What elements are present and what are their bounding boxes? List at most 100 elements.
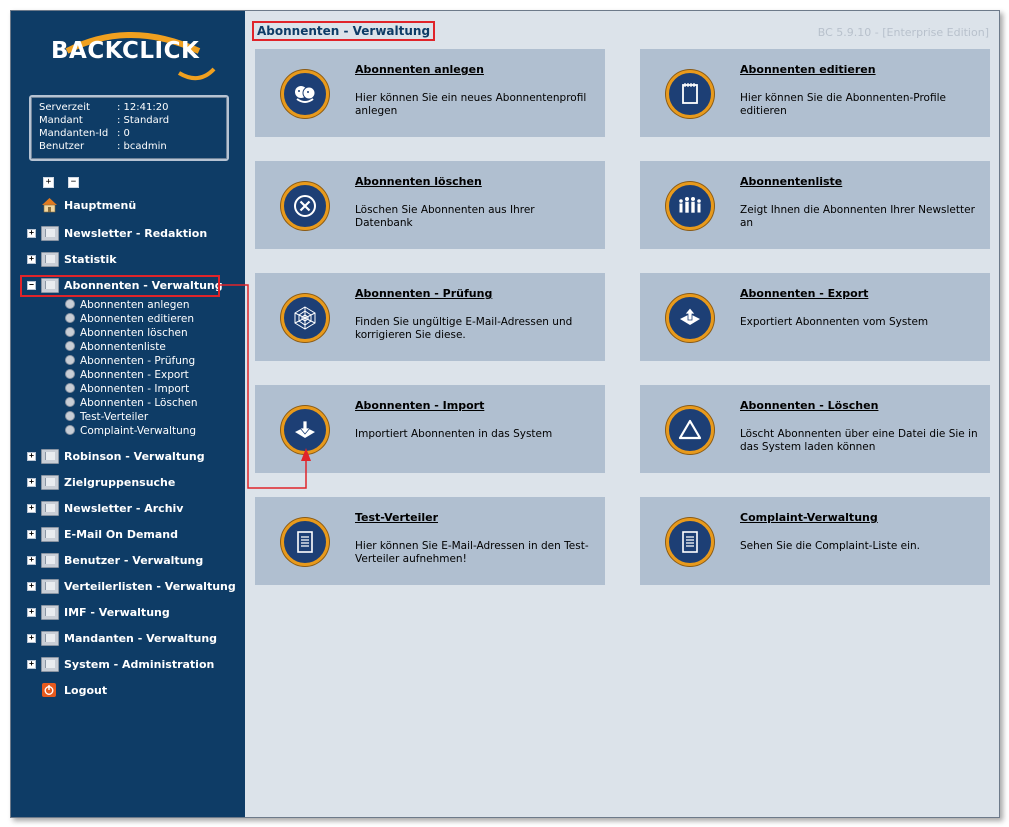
bullet-icon xyxy=(65,299,75,309)
bullet-icon xyxy=(65,341,75,351)
card-abonnenten-editieren[interactable]: Abonnenten editieren Hier können Sie die… xyxy=(640,49,990,137)
folder-icon xyxy=(41,475,59,490)
card-description: Finden Sie ungültige E-Mail-Adressen und… xyxy=(355,316,573,341)
nav-benutzer-verwaltung[interactable]: + Benutzer - Verwaltung xyxy=(11,552,245,570)
card-abonnentenliste[interactable]: Abonnentenliste Zeigt Ihnen die Abonnent… xyxy=(640,161,990,249)
subnav-abonnenten-import[interactable]: Abonnenten - Import xyxy=(65,383,189,395)
expand-icon: + xyxy=(27,255,36,264)
expand-icon: + xyxy=(27,556,36,565)
card-title[interactable]: Abonnenten - Export xyxy=(740,287,868,300)
subnav-abonnentenliste[interactable]: Abonnentenliste xyxy=(65,341,166,353)
expand-icon: + xyxy=(27,478,36,487)
card-description: Exportiert Abonnenten vom System xyxy=(740,316,929,328)
nav-logout[interactable]: Logout xyxy=(11,682,245,700)
subnav-abonnenten-anlegen[interactable]: Abonnenten anlegen xyxy=(65,299,190,311)
folder-icon xyxy=(41,605,59,620)
version-label: BC 5.9.10 - [Enterprise Edition] xyxy=(817,26,989,39)
nav-verteilerlisten-verwaltung[interactable]: + Verteilerlisten - Verwaltung xyxy=(11,578,245,596)
bullet-icon xyxy=(65,383,75,393)
bullet-icon xyxy=(65,411,75,421)
expand-icon: + xyxy=(27,608,36,617)
nav-email-on-demand[interactable]: + E-Mail On Demand xyxy=(11,526,245,544)
nav-robinson-verwaltung[interactable]: + Robinson - Verwaltung xyxy=(11,448,245,466)
delete-circle-icon xyxy=(281,182,329,230)
expand-icon: + xyxy=(27,634,36,643)
card-abonnenten-loeschen-datei[interactable]: Abonnenten - Löschen Löscht Abonnenten ü… xyxy=(640,385,990,473)
expand-icon: + xyxy=(27,504,36,513)
info-serverzeit: Serverzeit: 12:41:20 xyxy=(39,102,169,113)
document-icon xyxy=(281,518,329,566)
folder-icon xyxy=(41,631,59,646)
people-icon xyxy=(666,182,714,230)
export-icon xyxy=(666,294,714,342)
card-abonnenten-export[interactable]: Abonnenten - Export Exportiert Abonnente… xyxy=(640,273,990,361)
nav-zielgruppensuche[interactable]: + Zielgruppensuche xyxy=(11,474,245,492)
nav-newsletter-redaktion[interactable]: + Newsletter - Redaktion xyxy=(11,225,245,243)
expand-icon: + xyxy=(27,660,36,669)
subnav-abonnenten-loeschen-datei[interactable]: Abonnenten - Löschen xyxy=(65,397,198,409)
folder-icon xyxy=(41,527,59,542)
subnav-abonnenten-pruefung[interactable]: Abonnenten - Prüfung xyxy=(65,355,195,367)
card-test-verteiler[interactable]: Test-Verteiler Hier können Sie E-Mail-Ad… xyxy=(255,497,605,585)
nav-hauptmenu[interactable]: Hauptmenü xyxy=(11,197,245,215)
card-title[interactable]: Complaint-Verwaltung xyxy=(740,511,878,524)
folder-icon xyxy=(41,579,59,594)
expand-all-button[interactable]: + xyxy=(43,177,54,188)
info-mandant: Mandant: Standard xyxy=(39,115,170,126)
power-icon xyxy=(42,683,56,697)
nav-newsletter-archiv[interactable]: + Newsletter - Archiv xyxy=(11,500,245,518)
card-description: Löschen Sie Abonnenten aus Ihrer Datenba… xyxy=(355,204,535,229)
nav-system-administration[interactable]: + System - Administration xyxy=(11,656,245,674)
expand-icon: + xyxy=(27,452,36,461)
card-title[interactable]: Abonnenten editieren xyxy=(740,63,876,76)
subnav-abonnenten-loeschen[interactable]: Abonnenten löschen xyxy=(65,327,188,339)
expand-icon: + xyxy=(27,530,36,539)
page-title: Abonnenten - Verwaltung xyxy=(252,21,436,41)
web-icon xyxy=(281,294,329,342)
server-info-box: Serverzeit: 12:41:20 Mandant: Standard M… xyxy=(29,95,229,161)
card-title[interactable]: Abonnenten - Prüfung xyxy=(355,287,492,300)
info-benutzer: Benutzer: bcadmin xyxy=(39,141,167,152)
card-abonnenten-import[interactable]: Abonnenten - Import Importiert Abonnente… xyxy=(255,385,605,473)
folder-icon xyxy=(41,553,59,568)
card-description: Hier können Sie die Abonnenten-Profile e… xyxy=(740,92,946,117)
collapse-all-button[interactable]: − xyxy=(68,177,79,188)
card-description: Löscht Abonnenten über eine Datei die Si… xyxy=(740,428,978,453)
notepad-icon xyxy=(666,70,714,118)
nav-imf-verwaltung[interactable]: + IMF - Verwaltung xyxy=(11,604,245,622)
card-title[interactable]: Abonnenten löschen xyxy=(355,175,482,188)
subnav-test-verteiler[interactable]: Test-Verteiler xyxy=(65,411,148,423)
tree-controls: + − xyxy=(43,169,93,188)
card-abonnenten-anlegen[interactable]: Abonnenten anlegen Hier können Sie ein n… xyxy=(255,49,605,137)
logo-text: BACKCLICK xyxy=(51,38,200,64)
folder-icon xyxy=(41,501,59,516)
faces-icon xyxy=(281,70,329,118)
card-description: Importiert Abonnenten in das System xyxy=(355,428,553,440)
nav-statistik[interactable]: + Statistik xyxy=(11,251,245,269)
bullet-icon xyxy=(65,369,75,379)
card-title[interactable]: Test-Verteiler xyxy=(355,511,438,524)
expand-icon: + xyxy=(27,582,36,591)
card-title[interactable]: Abonnenten - Import xyxy=(355,399,484,412)
subnav-abonnenten-export[interactable]: Abonnenten - Export xyxy=(65,369,189,381)
bullet-icon xyxy=(65,313,75,323)
folder-icon xyxy=(41,226,59,241)
card-abonnenten-pruefung[interactable]: Abonnenten - Prüfung Finden Sie ungültig… xyxy=(255,273,605,361)
home-icon xyxy=(42,198,57,213)
nav-mandanten-verwaltung[interactable]: + Mandanten - Verwaltung xyxy=(11,630,245,648)
sidebar: BACKCLICK Serverzeit: 12:41:20 Mandant: … xyxy=(11,11,245,817)
active-nav-highlight xyxy=(20,275,220,297)
card-description: Hier können Sie E-Mail-Adressen in den T… xyxy=(355,540,589,565)
nav-label: Hauptmenü xyxy=(64,199,137,212)
triangle-icon xyxy=(666,406,714,454)
card-complaint-verwaltung[interactable]: Complaint-Verwaltung Sehen Sie die Compl… xyxy=(640,497,990,585)
card-description: Zeigt Ihnen die Abonnenten Ihrer Newslet… xyxy=(740,204,975,229)
folder-icon xyxy=(41,657,59,672)
subnav-abonnenten-editieren[interactable]: Abonnenten editieren xyxy=(65,313,194,325)
card-title[interactable]: Abonnenten anlegen xyxy=(355,63,484,76)
card-title[interactable]: Abonnentenliste xyxy=(740,175,842,188)
card-abonnenten-loeschen[interactable]: Abonnenten löschen Löschen Sie Abonnente… xyxy=(255,161,605,249)
bullet-icon xyxy=(65,397,75,407)
subnav-complaint-verwaltung[interactable]: Complaint-Verwaltung xyxy=(65,425,196,437)
card-title[interactable]: Abonnenten - Löschen xyxy=(740,399,878,412)
